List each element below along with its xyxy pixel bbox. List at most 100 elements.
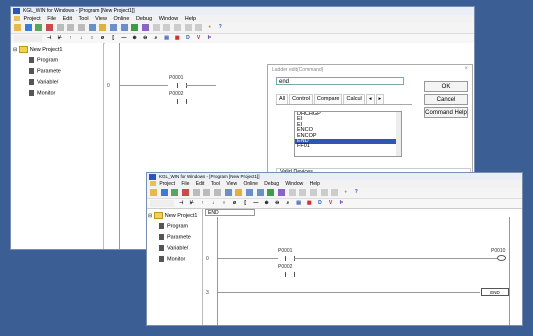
- contact-nc-icon[interactable]: ⊬: [56, 35, 63, 42]
- close-icon[interactable]: ×: [464, 66, 468, 72]
- save-icon[interactable]: [160, 189, 168, 196]
- tree-item-variable[interactable]: Variable/: [159, 245, 188, 251]
- print-icon[interactable]: [182, 189, 190, 196]
- tree-item-program[interactable]: Program: [159, 223, 188, 229]
- func-icon[interactable]: [: [242, 200, 249, 207]
- window-icon[interactable]: [195, 24, 203, 31]
- tab-scroll-right-icon[interactable]: ▸: [375, 94, 385, 104]
- key-icon[interactable]: ♦: [206, 24, 213, 31]
- write-icon[interactable]: [246, 189, 254, 196]
- menu-file[interactable]: File: [181, 181, 189, 187]
- key-icon[interactable]: ♦: [342, 189, 349, 196]
- cell-label-box[interactable]: END: [205, 209, 255, 216]
- command-help-button[interactable]: Command Help: [424, 107, 468, 118]
- tree-item-variable[interactable]: Variable/: [29, 79, 58, 85]
- open-icon[interactable]: [14, 24, 21, 31]
- save-icon[interactable]: [24, 24, 32, 31]
- contact-nc-icon[interactable]: ⊬: [188, 200, 195, 207]
- falling-icon[interactable]: ↓: [78, 35, 85, 42]
- read-icon[interactable]: [120, 24, 128, 31]
- d-icon[interactable]: D: [316, 200, 323, 207]
- menu-debug[interactable]: Debug: [264, 181, 279, 187]
- menu-debug[interactable]: Debug: [136, 16, 152, 22]
- func-icon[interactable]: [: [110, 35, 117, 42]
- tree-icon[interactable]: [35, 24, 43, 31]
- find-icon[interactable]: ⌕: [284, 200, 291, 207]
- menu-online[interactable]: Online: [243, 181, 257, 187]
- zoom-in-icon[interactable]: ⊕: [131, 35, 138, 42]
- project-icon[interactable]: [150, 181, 156, 187]
- find-icon[interactable]: ⌕: [152, 35, 159, 42]
- contact-no-icon[interactable]: ⊣: [178, 200, 185, 207]
- help-icon[interactable]: ?: [217, 24, 224, 31]
- contact-p0002[interactable]: [177, 99, 187, 104]
- tab-control[interactable]: Control: [289, 94, 313, 104]
- tab-calcul[interactable]: Calcul: [343, 94, 365, 104]
- menu-view[interactable]: View: [226, 181, 237, 187]
- var-icon[interactable]: ▦: [174, 35, 181, 42]
- coil-icon[interactable]: ○: [88, 35, 95, 42]
- menu-help[interactable]: Help: [310, 181, 320, 187]
- var-icon[interactable]: ▦: [306, 200, 313, 207]
- menu-view[interactable]: View: [95, 16, 107, 22]
- copy-icon[interactable]: [203, 189, 211, 196]
- end-instruction[interactable]: END: [481, 288, 509, 296]
- settings-icon[interactable]: [320, 189, 328, 196]
- list-icon[interactable]: ▤: [295, 200, 302, 207]
- not-coil-icon[interactable]: ø: [231, 200, 238, 207]
- reset-icon[interactable]: [310, 189, 318, 196]
- contact-p0002[interactable]: [285, 272, 295, 277]
- pause-icon[interactable]: [299, 189, 307, 196]
- zoom-in-icon[interactable]: ⊕: [263, 200, 270, 207]
- rising-icon[interactable]: ↑: [67, 35, 74, 42]
- zoom-out-icon[interactable]: ⊖: [274, 200, 281, 207]
- dv-icon[interactable]: Þ: [338, 200, 345, 207]
- menu-tool[interactable]: Tool: [79, 16, 89, 22]
- tree-item-monitor[interactable]: Monitor: [29, 90, 55, 96]
- v-icon[interactable]: V: [327, 200, 334, 207]
- d-icon[interactable]: D: [184, 35, 191, 42]
- menu-online[interactable]: Online: [114, 16, 130, 22]
- command-input[interactable]: end: [276, 77, 404, 85]
- monitor-icon[interactable]: [235, 189, 243, 196]
- zoom-out-icon[interactable]: ⊖: [142, 35, 149, 42]
- dv-icon[interactable]: Þ: [206, 35, 213, 42]
- settings-icon[interactable]: [184, 24, 192, 31]
- tree-icon[interactable]: [171, 189, 179, 196]
- run-icon[interactable]: [142, 24, 150, 31]
- cancel-button[interactable]: Cancel: [424, 94, 468, 105]
- tree-root[interactable]: ⊟ New Project1: [148, 212, 197, 219]
- open-icon[interactable]: [150, 189, 157, 196]
- command-list[interactable]: DHCHGP EI EI ENCO ENCOP END FF01: [294, 111, 402, 157]
- tab-scroll-left-icon[interactable]: ◂: [365, 94, 375, 104]
- menu-tool[interactable]: Tool: [211, 181, 220, 187]
- list-icon[interactable]: ▤: [163, 35, 170, 42]
- tree-toggle[interactable]: [14, 35, 42, 42]
- tree-item-program[interactable]: Program: [29, 57, 58, 63]
- monitor-icon[interactable]: [99, 24, 107, 31]
- paste-icon[interactable]: [78, 24, 86, 31]
- window-icon[interactable]: [331, 189, 339, 196]
- menu-project[interactable]: Project: [159, 181, 175, 187]
- stop-icon[interactable]: [288, 189, 296, 196]
- tree-root[interactable]: ⊟ New Project1: [13, 46, 62, 53]
- menu-file[interactable]: File: [47, 16, 56, 22]
- stop-icon[interactable]: [152, 24, 160, 31]
- contact-no-icon[interactable]: ⊣: [46, 35, 53, 42]
- list-item[interactable]: FF01: [295, 143, 401, 149]
- line-icon[interactable]: —: [252, 200, 259, 207]
- falling-icon[interactable]: ↓: [210, 200, 217, 207]
- cut-icon[interactable]: [192, 189, 200, 196]
- menu-project[interactable]: Project: [24, 16, 41, 22]
- paste-icon[interactable]: [214, 189, 222, 196]
- rising-icon[interactable]: ↑: [199, 200, 206, 207]
- write-icon[interactable]: [110, 24, 118, 31]
- tree-item-parameter[interactable]: Paramete: [159, 234, 191, 240]
- tree-item-monitor[interactable]: Monitor: [159, 256, 185, 262]
- list-scrollbar[interactable]: [396, 112, 401, 156]
- compile-icon[interactable]: [224, 189, 232, 196]
- tree-toggle[interactable]: [150, 200, 174, 207]
- coil-icon[interactable]: ○: [220, 200, 227, 207]
- read-icon[interactable]: [256, 189, 264, 196]
- compile-icon[interactable]: [88, 24, 96, 31]
